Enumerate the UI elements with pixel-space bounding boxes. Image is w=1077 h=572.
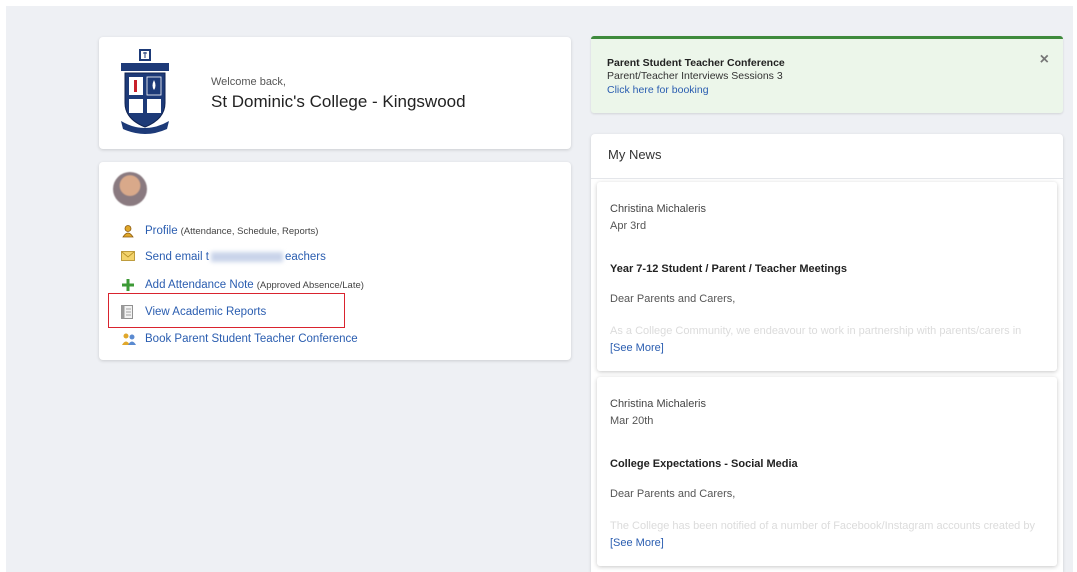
highlight-annotation (108, 293, 345, 328)
see-more-link[interactable]: [See More] (610, 537, 664, 549)
profile-sublabel: (Attendance, Schedule, Reports) (180, 225, 319, 237)
add-attendance-note-row[interactable]: Add Attendance Note (Approved Absence/La… (121, 276, 364, 294)
news-headline: Year 7-12 Student / Parent / Teacher Mee… (610, 263, 847, 275)
send-email-link-row[interactable]: Send email t eachers (121, 248, 326, 266)
profile-icon (121, 224, 137, 238)
add-attendance-note-link[interactable]: Add Attendance Note (145, 279, 254, 291)
redacted-student-name (210, 251, 283, 262)
conference-notification: Parent Student Teacher Conference Parent… (591, 36, 1063, 113)
send-email-link[interactable]: Send email t eachers (145, 251, 326, 263)
news-divider (591, 178, 1063, 179)
my-news-header: My News (608, 147, 662, 162)
news-preview: As a College Community, we endeavour to … (610, 325, 1022, 337)
notification-title: Parent Student Teacher Conference (607, 57, 785, 69)
profile-link-row[interactable]: Profile (Attendance, Schedule, Reports) (121, 222, 318, 240)
news-author: Christina Michaleris (610, 398, 706, 410)
news-preview: The College has been notified of a numbe… (610, 520, 1035, 532)
news-greeting: Dear Parents and Carers, (610, 488, 736, 500)
news-author: Christina Michaleris (610, 203, 706, 215)
school-name: St Dominic's College - Kingswood (211, 92, 466, 111)
welcome-card: Welcome back, St Dominic's College - Kin… (99, 37, 571, 149)
welcome-greeting: Welcome back, (211, 76, 286, 88)
conference-icon (121, 332, 137, 346)
email-icon (121, 250, 137, 264)
see-more-link[interactable]: [See More] (610, 342, 664, 354)
news-headline: College Expectations - Social Media (610, 458, 798, 470)
news-item: Christina Michaleris Apr 3rd Year 7-12 S… (597, 182, 1057, 371)
notification-text: Parent/Teacher Interviews Sessions 3 (607, 70, 783, 82)
send-email-label-start: Send email t (145, 251, 209, 263)
send-email-label-end: eachers (284, 251, 326, 263)
news-greeting: Dear Parents and Carers, (610, 293, 736, 305)
student-avatar (113, 172, 147, 206)
book-conference-row[interactable]: Book Parent Student Teacher Conference (121, 330, 358, 348)
student-links-card: Profile (Attendance, Schedule, Reports) … (99, 162, 571, 360)
close-icon[interactable]: × (1040, 51, 1049, 69)
news-item: Christina Michaleris Mar 20th College Ex… (597, 377, 1057, 566)
news-date: Apr 3rd (610, 220, 647, 232)
book-conference-link[interactable]: Book Parent Student Teacher Conference (145, 333, 358, 345)
profile-link[interactable]: Profile (145, 225, 178, 237)
attendance-note-sublabel: (Approved Absence/Late) (256, 279, 364, 291)
plus-icon (121, 278, 137, 292)
school-crest-logo (121, 49, 169, 134)
news-date: Mar 20th (610, 415, 654, 427)
booking-link[interactable]: Click here for booking (607, 84, 709, 96)
